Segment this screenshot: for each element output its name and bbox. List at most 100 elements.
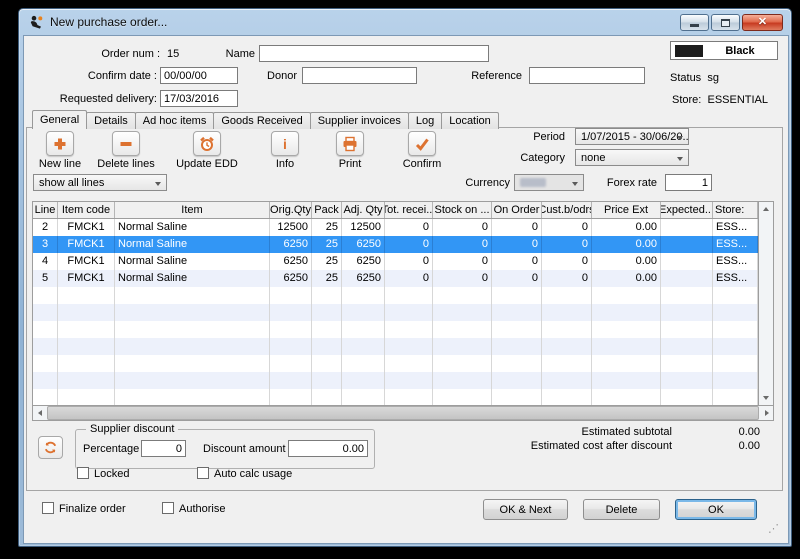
table-cell: 12500 xyxy=(270,219,312,236)
info-button[interactable]: i Info xyxy=(253,131,317,170)
column-header-store-[interactable]: Store: xyxy=(713,202,758,218)
column-header-line[interactable]: Line xyxy=(33,202,58,218)
tab-log[interactable]: Log xyxy=(408,112,442,129)
color-swatch xyxy=(675,45,703,57)
table-cell xyxy=(270,321,312,338)
table-cell xyxy=(661,372,713,389)
table-row[interactable] xyxy=(33,372,758,389)
minimize-button[interactable] xyxy=(680,14,709,31)
table-cell: 6250 xyxy=(342,270,385,287)
info-icon: i xyxy=(283,137,287,151)
table-cell xyxy=(542,304,592,321)
column-header-stock-on-[interactable]: Stock on ... xyxy=(433,202,492,218)
table-cell xyxy=(433,355,492,372)
new-line-button[interactable]: New line xyxy=(28,131,92,170)
table-cell xyxy=(58,355,115,372)
table-cell xyxy=(433,321,492,338)
column-header-orig-qty[interactable]: Orig.Qty xyxy=(270,202,312,218)
donor-input[interactable] xyxy=(302,67,417,84)
table-cell xyxy=(312,287,342,304)
table-row[interactable]: 4FMCK1Normal Saline625025625000000.00ESS… xyxy=(33,253,758,270)
table-cell xyxy=(342,389,385,405)
table-cell xyxy=(270,287,312,304)
table-cell xyxy=(33,321,58,338)
close-button[interactable]: ✕ xyxy=(742,14,783,31)
tab-ad-hoc-items[interactable]: Ad hoc items xyxy=(135,112,215,129)
column-header-item[interactable]: Item xyxy=(115,202,270,218)
scroll-left-button[interactable] xyxy=(33,406,46,420)
finalize-order-checkbox[interactable] xyxy=(42,502,54,514)
tab-supplier-invoices[interactable]: Supplier invoices xyxy=(310,112,409,129)
table-cell xyxy=(433,338,492,355)
table-row[interactable]: 5FMCK1Normal Saline625025625000000.00ESS… xyxy=(33,270,758,287)
table-cell xyxy=(385,389,433,405)
delete-button[interactable]: Delete xyxy=(583,499,660,520)
column-header-pack[interactable]: Pack xyxy=(312,202,342,218)
table-cell: 0 xyxy=(492,270,542,287)
delete-lines-button[interactable]: Delete lines xyxy=(94,131,158,170)
table-row[interactable]: 2FMCK1Normal Saline12500251250000000.00E… xyxy=(33,219,758,236)
close-icon: ✕ xyxy=(758,17,767,28)
update-edd-button[interactable]: Update EDD xyxy=(175,131,239,170)
table-cell xyxy=(58,304,115,321)
column-header-adj-qty[interactable]: Adj. Qty xyxy=(342,202,385,218)
title-bar[interactable]: New purchase order... ✕ xyxy=(19,9,791,35)
table-cell: FMCK1 xyxy=(58,236,115,253)
arrow-left-icon xyxy=(38,410,42,416)
name-input[interactable] xyxy=(259,45,489,62)
table-row[interactable] xyxy=(33,304,758,321)
column-header-expected-[interactable]: Expected... xyxy=(661,202,713,218)
resize-grip[interactable]: ⋰ xyxy=(768,522,779,535)
scroll-right-button[interactable] xyxy=(760,406,773,420)
column-header-price-ext[interactable]: Price Ext xyxy=(592,202,661,218)
scroll-up-button[interactable] xyxy=(760,202,773,216)
tab-details[interactable]: Details xyxy=(86,112,136,129)
table-cell: 25 xyxy=(312,253,342,270)
minus-icon xyxy=(118,136,134,152)
column-header-cust-b-odrs[interactable]: Cust.b/odrs xyxy=(542,202,592,218)
requested-delivery-input[interactable] xyxy=(160,90,238,107)
column-header-item-code[interactable]: Item code xyxy=(58,202,115,218)
window-title: New purchase order... xyxy=(50,15,167,29)
table-cell: 0 xyxy=(492,253,542,270)
table-cell xyxy=(542,287,592,304)
scroll-down-button[interactable] xyxy=(760,391,773,405)
table-cell xyxy=(270,355,312,372)
table-row[interactable] xyxy=(33,321,758,338)
tab-general[interactable]: General xyxy=(32,110,87,129)
table-cell: 0 xyxy=(433,236,492,253)
table-cell: 0 xyxy=(385,219,433,236)
table-cell xyxy=(661,287,713,304)
vertical-scrollbar[interactable] xyxy=(758,202,773,405)
update-edd-label: Update EDD xyxy=(175,158,239,170)
table-cell: 25 xyxy=(312,219,342,236)
table-row[interactable] xyxy=(33,338,758,355)
print-button[interactable]: Print xyxy=(318,131,382,170)
print-label: Print xyxy=(318,158,382,170)
horizontal-scroll-thumb[interactable] xyxy=(47,406,759,420)
finalize-order-checkbox-row: Finalize order xyxy=(42,502,126,515)
minimize-icon xyxy=(690,24,699,27)
horizontal-scrollbar[interactable] xyxy=(32,405,774,421)
confirm-button[interactable]: Confirm xyxy=(390,131,454,170)
column-header-on-order[interactable]: On Order xyxy=(492,202,542,218)
arrow-down-icon xyxy=(763,396,769,400)
table-cell xyxy=(492,372,542,389)
table-row[interactable] xyxy=(33,287,758,304)
table-cell: 4 xyxy=(33,253,58,270)
table-row[interactable] xyxy=(33,389,758,405)
ok-next-button[interactable]: OK & Next xyxy=(483,499,568,520)
tab-location[interactable]: Location xyxy=(441,112,499,129)
table-cell: 0.00 xyxy=(592,236,661,253)
tab-goods-received[interactable]: Goods Received xyxy=(213,112,310,129)
table-row[interactable] xyxy=(33,355,758,372)
maximize-button[interactable] xyxy=(711,14,740,31)
column-header-tot-recei-[interactable]: Tot. recei... xyxy=(385,202,433,218)
reference-input[interactable] xyxy=(529,67,645,84)
color-selector[interactable]: Black xyxy=(670,41,778,60)
table-cell xyxy=(661,253,713,270)
table-cell xyxy=(33,304,58,321)
ok-button[interactable]: OK xyxy=(675,499,757,520)
table-row[interactable]: 3FMCK1Normal Saline625025625000000.00ESS… xyxy=(33,236,758,253)
authorise-checkbox[interactable] xyxy=(162,502,174,514)
